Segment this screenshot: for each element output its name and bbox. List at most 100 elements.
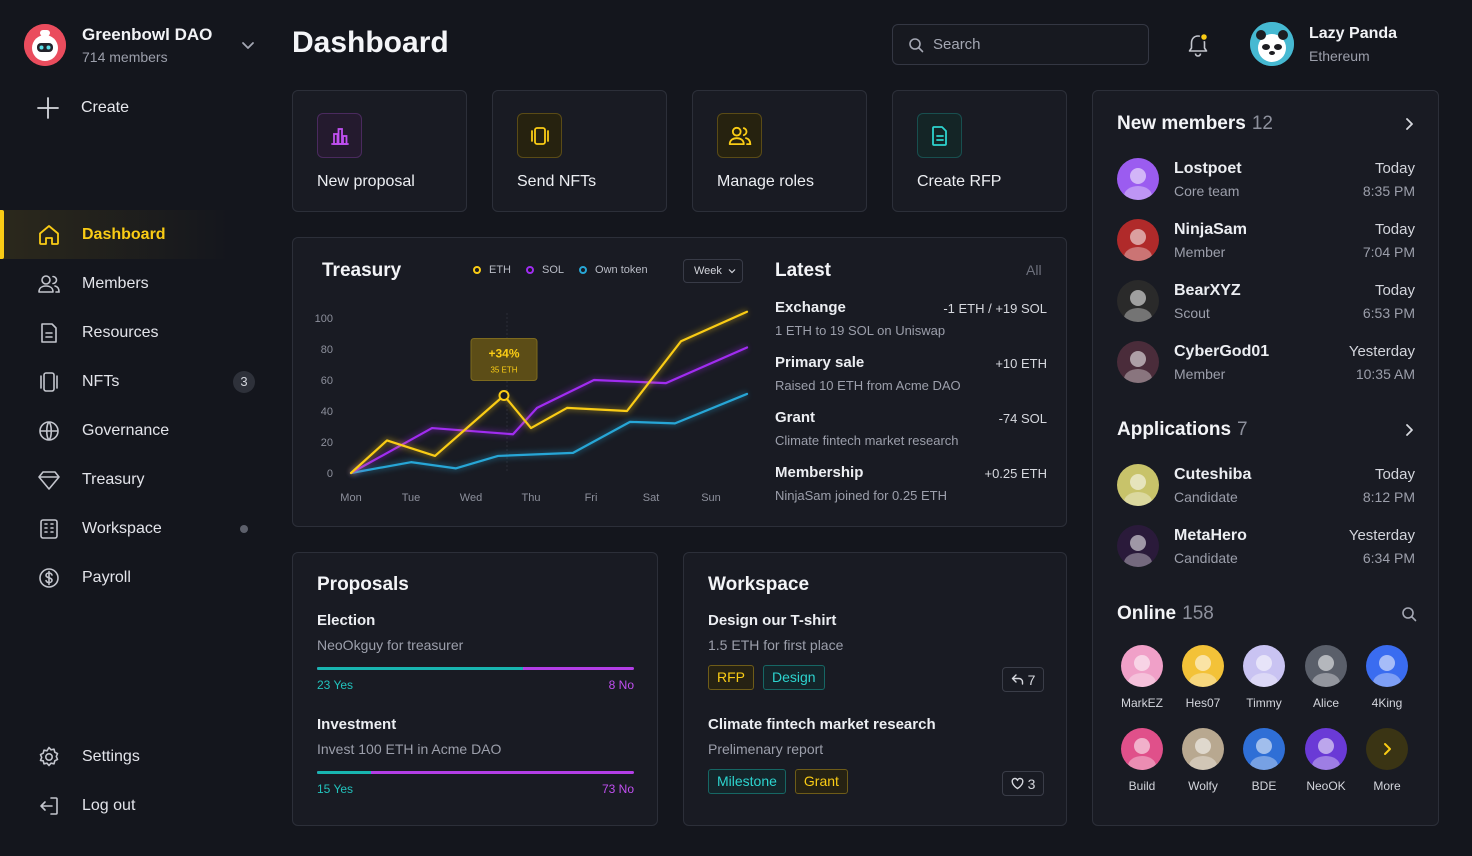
- nav-item-members[interactable]: Members: [0, 259, 272, 308]
- applications-row[interactable]: MetaHero Candidate Yesterday 6:34 PM: [1117, 525, 1415, 569]
- join-day: Today: [1374, 221, 1415, 238]
- person-role: Scout: [1174, 305, 1210, 321]
- nav-item-settings[interactable]: Settings: [0, 732, 272, 781]
- nav-item-resources[interactable]: Resources: [0, 308, 272, 357]
- likes-count[interactable]: 3: [1002, 771, 1044, 796]
- user-menu[interactable]: Lazy Panda Ethereum: [1250, 22, 1397, 66]
- highlight-point: [498, 390, 510, 401]
- online-user-name: Wolfy: [1188, 779, 1218, 793]
- proposal-item[interactable]: Election NeoOkguy for treasurer 23 Yes 8…: [317, 612, 634, 692]
- nav-item-dashboard[interactable]: Dashboard: [0, 210, 272, 259]
- tag-design[interactable]: Design: [763, 665, 825, 690]
- search-input[interactable]: Search: [892, 24, 1149, 65]
- legend-item-own-token[interactable]: Own token: [579, 264, 648, 276]
- online-user[interactable]: Timmy: [1239, 645, 1289, 710]
- y-tick-label: 20: [321, 437, 333, 449]
- nav-label: Settings: [82, 747, 140, 765]
- nav-item-logout[interactable]: Log out: [0, 781, 272, 830]
- heart-icon: [1011, 777, 1024, 790]
- treasury-line-chart[interactable]: 0 20 40 60 80 100 Mon Tue Wed Thu Fri Sat Sun +34% 35 …: [313, 298, 753, 513]
- send-nfts-card[interactable]: Send NFTs: [492, 90, 667, 212]
- diamond-icon: [38, 470, 60, 490]
- online-user-name: Alice: [1312, 696, 1339, 710]
- transaction-item[interactable]: Exchange -1 ETH / +19 SOL 1 ETH to 19 SO…: [775, 299, 1047, 338]
- applications-title: Applications 7: [1117, 419, 1248, 440]
- avatar: [1305, 728, 1347, 770]
- page-title: Dashboard: [292, 26, 449, 59]
- online-user[interactable]: BDE: [1239, 728, 1289, 793]
- transaction-description: 1 ETH to 19 SOL on Uniswap: [775, 323, 946, 338]
- workspace-item-description: Prelimenary report: [708, 741, 824, 757]
- nav-item-payroll[interactable]: Payroll: [0, 553, 272, 602]
- x-tick-label: Wed: [460, 492, 482, 504]
- replies-count[interactable]: 7: [1002, 667, 1044, 692]
- chevron-right-icon[interactable]: [1401, 422, 1417, 438]
- bar-chart-icon: [317, 113, 362, 158]
- tag-milestone[interactable]: Milestone: [708, 769, 786, 794]
- more-online-button[interactable]: More: [1362, 728, 1412, 793]
- yes-votes: 15 Yes: [317, 782, 354, 796]
- search-icon[interactable]: [1401, 606, 1417, 622]
- new_members-row[interactable]: NinjaSam Member Today 7:04 PM: [1117, 219, 1415, 263]
- chevron-right-icon[interactable]: [1401, 116, 1417, 132]
- create-label: Create: [81, 99, 130, 116]
- new-members-title: New members 12: [1117, 113, 1273, 134]
- vote-progress-bar: [317, 771, 634, 774]
- new_members-row[interactable]: CyberGod01 Member Yesterday 10:35 AM: [1117, 341, 1415, 385]
- online-user[interactable]: Build: [1117, 728, 1167, 793]
- online-user[interactable]: 4King: [1362, 645, 1412, 710]
- tag-rfp[interactable]: RFP: [708, 665, 754, 690]
- transaction-item[interactable]: Grant -74 SOL Climate fintech market res…: [775, 409, 1047, 448]
- join-day: Today: [1374, 282, 1415, 299]
- user-network: Ethereum: [1309, 47, 1370, 64]
- person-name: MetaHero: [1174, 527, 1247, 544]
- workspace-item[interactable]: Climate fintech market research Prelimen…: [708, 716, 1044, 796]
- join-time: 10:35 AM: [1355, 366, 1415, 382]
- range-select[interactable]: Week: [683, 259, 743, 283]
- workspace-item[interactable]: Design our T-shirt 1.5 ETH for first pla…: [708, 612, 1044, 692]
- nav-label: Treasury: [82, 470, 145, 488]
- nav-item-treasury[interactable]: Treasury: [0, 455, 272, 504]
- online-user[interactable]: Hes07: [1178, 645, 1228, 710]
- latest-all-link[interactable]: All: [1026, 262, 1042, 278]
- chart-legend: ETH SOL Own token: [473, 264, 663, 276]
- join-time: 8:35 PM: [1362, 183, 1415, 199]
- tag-grant[interactable]: Grant: [794, 769, 848, 794]
- y-tick-label: 40: [321, 406, 333, 418]
- org-name: Greenbowl DAO: [82, 25, 213, 44]
- applications-row[interactable]: Cuteshiba Candidate Today 8:12 PM: [1117, 464, 1415, 508]
- proposal-name: Election: [317, 612, 376, 629]
- proposal-name: Investment: [317, 716, 397, 733]
- bell-icon[interactable]: [1185, 32, 1211, 58]
- transaction-item[interactable]: Membership +0.25 ETH NinjaSam joined for…: [775, 464, 1047, 503]
- org-switcher[interactable]: Greenbowl DAO 714 members: [24, 22, 256, 68]
- online-user[interactable]: NeoOK: [1301, 728, 1351, 793]
- nav-label: Log out: [82, 796, 136, 814]
- nav-item-governance[interactable]: Governance: [0, 406, 272, 455]
- chevron-down-icon[interactable]: [240, 37, 256, 53]
- proposal-item[interactable]: Investment Invest 100 ETH in Acme DAO 15…: [317, 716, 634, 796]
- legend-item-eth[interactable]: ETH: [473, 264, 511, 276]
- online-user[interactable]: Wolfy: [1178, 728, 1228, 793]
- join-day: Today: [1374, 160, 1415, 177]
- community-panel: New members 12 Lostpoet Core team Today 8:35…: [1092, 90, 1439, 826]
- create-button[interactable]: Create: [36, 94, 129, 122]
- create-rfp-card[interactable]: Create RFP: [892, 90, 1067, 212]
- online-user[interactable]: Alice: [1301, 645, 1351, 710]
- manage-roles-card[interactable]: Manage roles: [692, 90, 867, 212]
- transaction-item[interactable]: Primary sale +10 ETH Raised 10 ETH from …: [775, 354, 1047, 393]
- proposals-title: Proposals: [317, 574, 409, 595]
- avatar: [1250, 22, 1294, 66]
- new-members-count: 12: [1251, 113, 1273, 134]
- online-user[interactable]: MarkEZ: [1117, 645, 1167, 710]
- new_members-row[interactable]: BearXYZ Scout Today 6:53 PM: [1117, 280, 1415, 324]
- nav-item-nfts[interactable]: NFTs 3: [0, 357, 272, 406]
- latest-title: Latest: [775, 260, 831, 281]
- nav-label: Resources: [82, 323, 159, 341]
- legend-item-sol[interactable]: SOL: [526, 264, 564, 276]
- nav-item-workspace[interactable]: Workspace: [0, 504, 272, 553]
- new-proposal-card[interactable]: New proposal: [292, 90, 467, 212]
- online-user-name: Build: [1128, 779, 1156, 793]
- join-day: Yesterday: [1348, 343, 1415, 360]
- new_members-row[interactable]: Lostpoet Core team Today 8:35 PM: [1117, 158, 1415, 202]
